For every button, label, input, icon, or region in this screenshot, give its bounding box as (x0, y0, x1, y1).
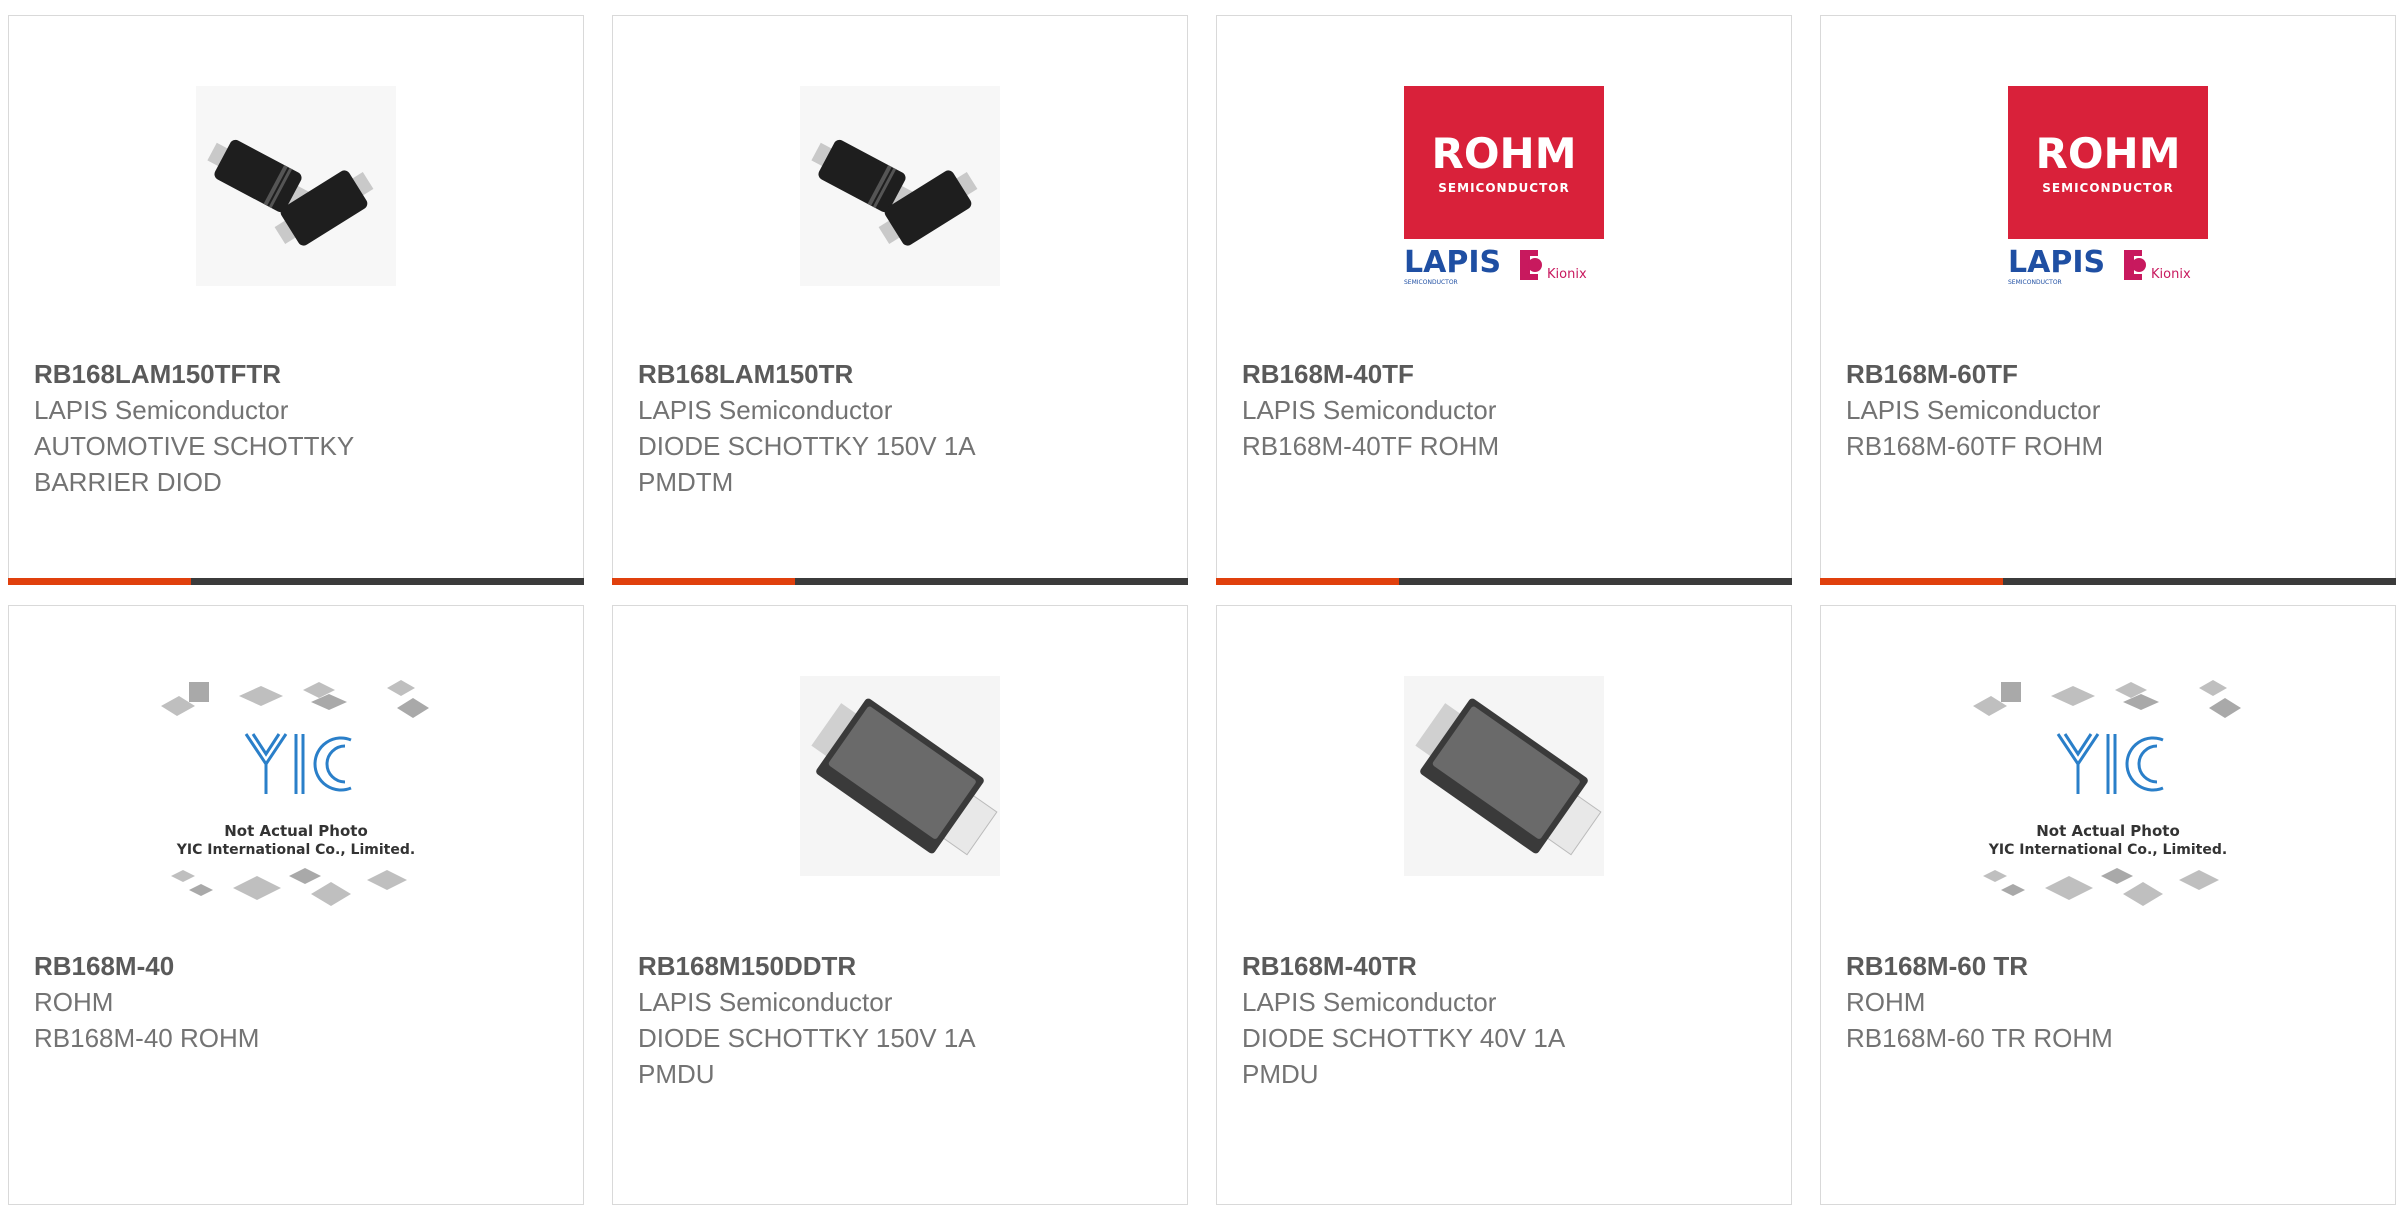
manufacturer: LAPIS Semiconductor (638, 987, 893, 1017)
part-number[interactable]: RB168M-40TF (1242, 356, 1766, 392)
product-card[interactable]: ROHM SEMICONDUCTOR LAPIS SEMICONDUCTOR K… (1216, 15, 1792, 585)
sod-package-pair-icon (196, 86, 396, 286)
description: RB168M-60 TR ROHM (1846, 1023, 2113, 1053)
part-number[interactable]: RB168M-40 (34, 948, 558, 984)
yic-placeholder-image: Not Actual Photo YIC International Co., … (161, 680, 429, 906)
part-number[interactable]: RB168LAM150TR (638, 356, 1162, 392)
description: DIODE SCHOTTKY 150V 1A (638, 431, 976, 461)
card-bottom-bar (1216, 578, 1792, 585)
card-accent-bar (1820, 578, 2003, 585)
part-number[interactable]: RB168M-60 TR (1846, 948, 2370, 984)
product-image[interactable]: Not Actual Photo YIC International Co., … (161, 676, 431, 921)
product-image[interactable] (1369, 676, 1639, 921)
description-continued: PMDTM (638, 467, 734, 497)
card-accent-bar (8, 578, 191, 585)
part-number[interactable]: RB168M-60TF (1846, 356, 2370, 392)
svg-text:SEMICONDUCTOR: SEMICONDUCTOR (2042, 181, 2173, 195)
yic-placeholder-image: Not Actual Photo YIC International Co., … (1973, 680, 2241, 906)
svg-text:LAPIS: LAPIS (1404, 245, 1501, 280)
card-bottom-bar (612, 578, 1188, 585)
product-card[interactable]: RB168LAM150TFTR LAPIS Semiconductor AUTO… (8, 15, 584, 585)
placeholder-line-1: Not Actual Photo (2036, 822, 2180, 840)
product-card[interactable]: RB168M150DDTR LAPIS Semiconductor DIODE … (612, 605, 1188, 1205)
manufacturer: LAPIS Semiconductor (34, 395, 289, 425)
card-bottom-bar (8, 578, 584, 585)
manufacturer: LAPIS Semiconductor (1846, 395, 2101, 425)
product-card[interactable]: RB168LAM150TR LAPIS Semiconductor DIODE … (612, 15, 1188, 585)
product-image[interactable]: ROHM SEMICONDUCTOR LAPIS SEMICONDUCTOR K… (2008, 86, 2208, 286)
description-continued: PMDU (1242, 1059, 1319, 1089)
rohm-logo: ROHM SEMICONDUCTOR LAPIS SEMICONDUCTOR K… (1404, 86, 1604, 286)
card-accent-bar (1216, 578, 1399, 585)
svg-text:LAPIS: LAPIS (2008, 245, 2105, 280)
manufacturer: LAPIS Semiconductor (1242, 395, 1497, 425)
description: DIODE SCHOTTKY 150V 1A (638, 1023, 976, 1053)
svg-text:SEMICONDUCTOR: SEMICONDUCTOR (1438, 181, 1569, 195)
product-card[interactable]: Not Actual Photo YIC International Co., … (1820, 605, 2396, 1205)
product-grid: RB168LAM150TFTR LAPIS Semiconductor AUTO… (0, 0, 2400, 1205)
pmdu-package-icon (1404, 676, 1604, 876)
placeholder-line-2: YIC International Co., Limited. (176, 842, 415, 858)
description: DIODE SCHOTTKY 40V 1A (1242, 1023, 1566, 1053)
description: AUTOMOTIVE SCHOTTKY (34, 431, 355, 461)
product-image[interactable]: ROHM SEMICONDUCTOR LAPIS SEMICONDUCTOR K… (1404, 86, 1604, 286)
svg-text:SEMICONDUCTOR: SEMICONDUCTOR (1404, 279, 1458, 286)
svg-text:Kionix: Kionix (1547, 267, 1587, 282)
description: RB168M-40 ROHM (34, 1023, 260, 1053)
part-number[interactable]: RB168LAM150TFTR (34, 356, 558, 392)
rohm-logo: ROHM SEMICONDUCTOR LAPIS SEMICONDUCTOR K… (2008, 86, 2208, 286)
description: RB168M-40TF ROHM (1242, 431, 1500, 461)
product-card[interactable]: Not Actual Photo YIC International Co., … (8, 605, 584, 1205)
product-image[interactable] (765, 676, 1035, 921)
product-image[interactable]: Not Actual Photo YIC International Co., … (1973, 676, 2243, 921)
card-accent-bar (612, 578, 795, 585)
product-card[interactable]: ROHM SEMICONDUCTOR LAPIS SEMICONDUCTOR K… (1820, 15, 2396, 585)
description-continued: BARRIER DIOD (34, 467, 222, 497)
placeholder-line-2: YIC International Co., Limited. (1988, 842, 2227, 858)
description: RB168M-60TF ROHM (1846, 431, 2104, 461)
description-continued: PMDU (638, 1059, 715, 1089)
card-bottom-bar (1820, 578, 2396, 585)
product-image[interactable] (196, 86, 396, 286)
part-number[interactable]: RB168M150DDTR (638, 948, 1162, 984)
manufacturer: LAPIS Semiconductor (1242, 987, 1497, 1017)
manufacturer: LAPIS Semiconductor (638, 395, 893, 425)
svg-text:SEMICONDUCTOR: SEMICONDUCTOR (2008, 279, 2062, 286)
sod-package-pair-icon (800, 86, 1000, 286)
part-number[interactable]: RB168M-40TR (1242, 948, 1766, 984)
svg-text:ROHM: ROHM (2036, 129, 2181, 178)
manufacturer: ROHM (1846, 987, 1926, 1017)
product-card[interactable]: RB168M-40TR LAPIS Semiconductor DIODE SC… (1216, 605, 1792, 1205)
product-image[interactable] (800, 86, 1000, 286)
pmdu-package-icon (800, 676, 1000, 876)
placeholder-line-1: Not Actual Photo (224, 822, 368, 840)
svg-text:Kionix: Kionix (2151, 267, 2191, 282)
manufacturer: ROHM (34, 987, 114, 1017)
svg-text:ROHM: ROHM (1432, 129, 1577, 178)
